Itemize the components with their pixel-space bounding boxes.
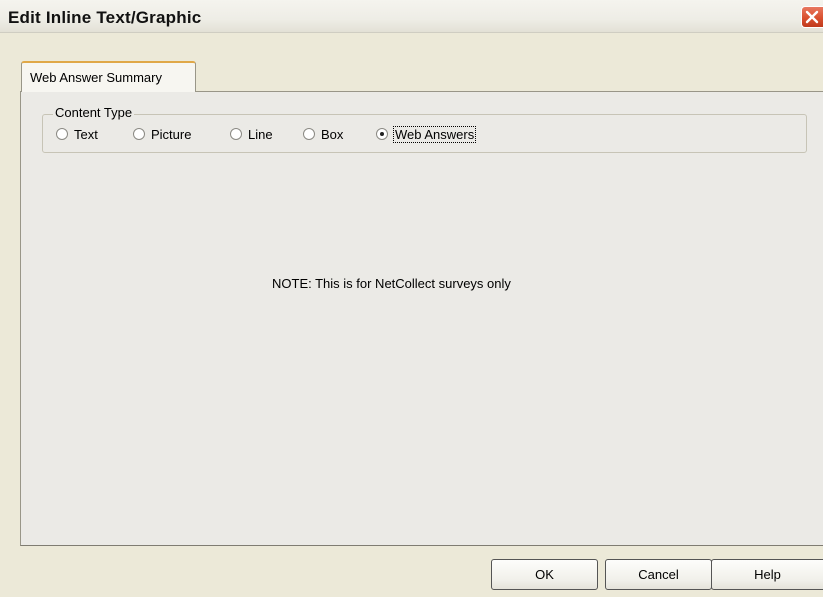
window-title: Edit Inline Text/Graphic xyxy=(8,8,202,27)
radio-circle[interactable] xyxy=(133,128,145,140)
radio-label: Picture xyxy=(151,126,192,142)
radio-label: Web Answers xyxy=(392,125,477,143)
close-icon xyxy=(805,10,819,24)
title-bar[interactable]: Edit Inline Text/Graphic xyxy=(0,0,823,33)
tab-web-answer-summary[interactable]: Web Answer Summary xyxy=(21,61,196,92)
note-text: NOTE: This is for NetCollect surveys onl… xyxy=(272,276,511,291)
radio-circle[interactable] xyxy=(230,128,242,140)
ok-button[interactable]: OK xyxy=(491,559,598,590)
radio-label: Box xyxy=(321,126,344,142)
content-type-legend: Content Type xyxy=(53,105,135,120)
close-button[interactable] xyxy=(801,6,823,28)
radio-box[interactable]: Box xyxy=(303,126,343,142)
radio-web-answers[interactable]: Web Answers xyxy=(376,125,477,143)
radio-label: Line xyxy=(248,126,273,142)
tab-panel xyxy=(20,91,823,546)
radio-text[interactable]: Text xyxy=(56,126,98,142)
cancel-button[interactable]: Cancel xyxy=(605,559,712,590)
radio-circle[interactable] xyxy=(303,128,315,140)
radio-circle-selected[interactable] xyxy=(376,128,388,140)
help-button[interactable]: Help xyxy=(711,559,823,590)
tab-label: Web Answer Summary xyxy=(30,70,162,85)
radio-line[interactable]: Line xyxy=(230,126,273,142)
dialog-window: Edit Inline Text/Graphic Web Answer Summ… xyxy=(0,0,823,597)
radio-label: Text xyxy=(74,126,98,142)
radio-picture[interactable]: Picture xyxy=(133,126,191,142)
radio-circle[interactable] xyxy=(56,128,68,140)
